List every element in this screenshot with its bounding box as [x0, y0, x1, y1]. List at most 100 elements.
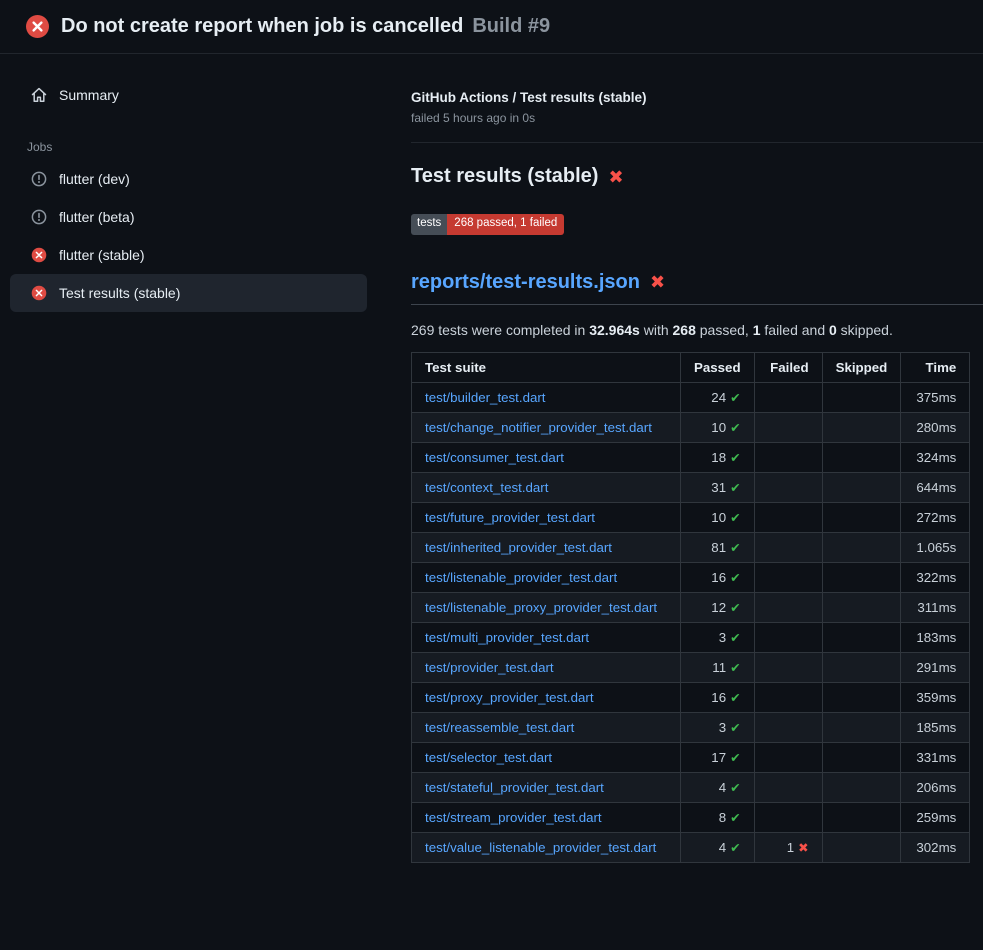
summary-text: passed, [696, 322, 753, 338]
test-suite-link[interactable]: test/value_listenable_provider_test.dart [425, 840, 656, 855]
sidebar-item-test-results-stable[interactable]: Test results (stable) [10, 274, 367, 312]
skipped-cell [822, 832, 901, 862]
check-icon: ✔ [730, 541, 740, 555]
failed-cell [754, 592, 822, 622]
test-suite-link[interactable]: test/selector_test.dart [425, 750, 552, 765]
passed-cell: 81 ✔ [681, 532, 755, 562]
page-title: Do not create report when job is cancell… [61, 15, 550, 38]
time-cell: 280ms [901, 412, 970, 442]
suite-cell: test/multi_provider_test.dart [412, 622, 681, 652]
summary-duration: 32.964s [589, 322, 640, 338]
check-icon: ✔ [730, 451, 740, 465]
table-row: test/stateful_provider_test.dart4✔206ms [412, 772, 970, 802]
time-cell: 291ms [901, 652, 970, 682]
skipped-cell [822, 772, 901, 802]
badge-label: tests [411, 214, 447, 235]
test-suite-link[interactable]: test/future_provider_test.dart [425, 510, 595, 525]
skipped-cell [822, 502, 901, 532]
passed-count: 4 [719, 840, 726, 855]
summary-text: with [640, 322, 673, 338]
x-circle-icon [31, 247, 47, 263]
suite-cell: test/stateful_provider_test.dart [412, 772, 681, 802]
x-circle-icon [26, 15, 49, 38]
test-suite-link[interactable]: test/inherited_provider_test.dart [425, 540, 612, 555]
test-suite-link[interactable]: test/listenable_proxy_provider_test.dart [425, 600, 657, 615]
badge-value: 268 passed, 1 failed [447, 214, 564, 235]
failed-cell [754, 532, 822, 562]
failed-cell [754, 622, 822, 652]
passed-cell: 3✔ [681, 712, 755, 742]
failed-cell [754, 742, 822, 772]
sidebar-item-summary[interactable]: Summary [10, 76, 367, 114]
main-content: GitHub Actions / Test results (stable) f… [383, 54, 983, 863]
test-suite-link[interactable]: test/reassemble_test.dart [425, 720, 574, 735]
time-cell: 302ms [901, 832, 970, 862]
summary-skipped-count: 0 [829, 322, 837, 338]
table-header-row: Test suite Passed Failed Skipped Time [412, 352, 970, 382]
test-suite-link[interactable]: test/stream_provider_test.dart [425, 810, 602, 825]
run-status-text: failed 5 hours ago in 0s [411, 111, 983, 125]
time-cell: 359ms [901, 682, 970, 712]
test-suite-link[interactable]: test/stateful_provider_test.dart [425, 780, 604, 795]
sidebar-item-flutter-stable[interactable]: flutter (stable) [10, 236, 367, 274]
check-icon: ✔ [730, 661, 740, 675]
table-row: test/inherited_provider_test.dart81✔1.06… [412, 532, 970, 562]
passed-count: 81 [711, 540, 726, 555]
summary-passed-count: 268 [673, 322, 696, 338]
table-row: test/proxy_provider_test.dart 16 ✔ 359ms [412, 682, 970, 712]
failed-cell [754, 412, 822, 442]
check-icon: ✔ [730, 811, 740, 825]
test-suite-link[interactable]: test/multi_provider_test.dart [425, 630, 589, 645]
suite-cell: test/selector_test.dart [412, 742, 681, 772]
test-suite-link[interactable]: test/change_notifier_provider_test.dart [425, 420, 652, 435]
column-header-test-suite: Test suite [412, 352, 681, 382]
test-suite-link[interactable]: test/builder_test.dart [425, 390, 545, 405]
failed-cell [754, 562, 822, 592]
summary-text: failed and [761, 322, 830, 338]
sidebar-item-flutter-beta[interactable]: flutter (beta) [10, 198, 367, 236]
passed-count: 3 [719, 630, 726, 645]
breadcrumb: GitHub Actions / Test results (stable) [411, 90, 983, 105]
test-suite-link[interactable]: test/context_test.dart [425, 480, 548, 495]
x-icon: ✖ [798, 841, 808, 855]
check-icon: ✔ [730, 421, 740, 435]
check-icon: ✔ [730, 691, 740, 705]
passed-cell: 17✔ [681, 742, 755, 772]
suite-cell: test/proxy_provider_test.dart [412, 682, 681, 712]
test-suite-link[interactable]: test/proxy_provider_test.dart [425, 690, 594, 705]
check-icon: ✔ [730, 721, 740, 735]
time-cell: 185ms [901, 712, 970, 742]
summary-text: skipped. [837, 322, 893, 338]
passed-cell: 16✔ [681, 562, 755, 592]
run-title: Do not create report when job is cancell… [61, 15, 463, 38]
time-cell: 206ms [901, 772, 970, 802]
skipped-cell [822, 532, 901, 562]
column-header-failed: Failed [754, 352, 822, 382]
time-cell: 375ms [901, 382, 970, 412]
test-suite-link[interactable]: test/listenable_provider_test.dart [425, 570, 617, 585]
sidebar-item-flutter-dev[interactable]: flutter (dev) [10, 160, 367, 198]
report-file-link[interactable]: reports/test-results.json [411, 271, 640, 294]
passed-count: 17 [711, 750, 726, 765]
passed-cell: 10 ✔ [681, 412, 755, 442]
x-circle-icon [31, 285, 47, 301]
suite-cell: test/listenable_proxy_provider_test.dart [412, 592, 681, 622]
suite-cell: test/value_listenable_provider_test.dart [412, 832, 681, 862]
failed-cell [754, 682, 822, 712]
passed-count: 10 [711, 420, 726, 435]
x-mark-icon: ✖ [650, 273, 665, 291]
test-results-table: Test suite Passed Failed Skipped Time te… [411, 352, 970, 863]
passed-count: 11 [712, 660, 726, 675]
table-row: test/multi_provider_test.dart3✔183ms [412, 622, 970, 652]
passed-count: 3 [719, 720, 726, 735]
time-cell: 259ms [901, 802, 970, 832]
table-row: test/future_provider_test.dart10✔272ms [412, 502, 970, 532]
failed-cell [754, 802, 822, 832]
section-title: Test results (stable) ✖ [411, 165, 983, 188]
section-title-text: Test results (stable) [411, 165, 598, 188]
test-suite-link[interactable]: test/provider_test.dart [425, 660, 554, 675]
time-cell: 311ms [901, 592, 970, 622]
passed-count: 16 [711, 690, 726, 705]
passed-cell: 11 ✔ [681, 652, 755, 682]
test-suite-link[interactable]: test/consumer_test.dart [425, 450, 564, 465]
